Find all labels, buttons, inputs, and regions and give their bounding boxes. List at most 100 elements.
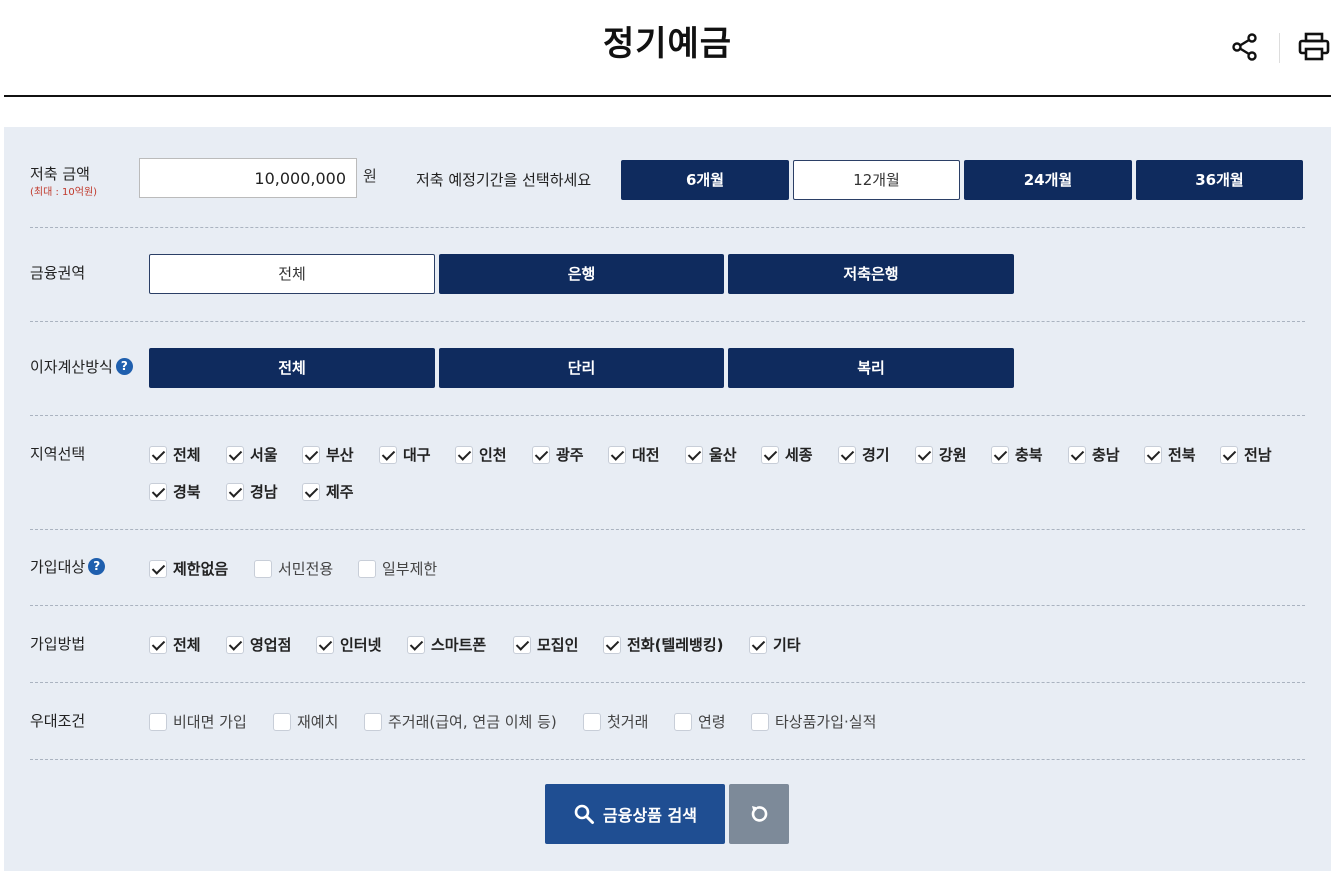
refresh-icon [751, 806, 768, 822]
region-checkbox-gyeongbuk[interactable]: 경북 [149, 481, 201, 502]
method-checkbox-branch[interactable]: 영업점 [226, 634, 291, 655]
region-checkbox-gangwon[interactable]: 강원 [915, 444, 967, 465]
method-checkbox-telebanking[interactable]: 전화(텔레뱅킹) [603, 634, 724, 655]
amount-label: 저축 금액 [30, 165, 90, 183]
help-icon[interactable]: ? [115, 358, 133, 375]
checkbox[interactable] [149, 482, 167, 501]
checkbox-label: 경남 [250, 483, 278, 501]
preference-checkbox-age[interactable]: 연령 [674, 711, 726, 732]
method-checkbox-other[interactable]: 기타 [749, 634, 801, 655]
page-header: 정기예금 [0, 0, 1335, 98]
region-checkbox-jeonnam[interactable]: 전남 [1220, 444, 1272, 465]
checkbox[interactable] [358, 559, 376, 578]
checkbox[interactable] [149, 445, 167, 464]
checkbox-label: 인터넷 [340, 636, 382, 654]
region-checkbox-gyeongnam[interactable]: 경남 [226, 481, 278, 502]
method-checkbox-agent[interactable]: 모집인 [513, 634, 578, 655]
checkbox[interactable] [302, 445, 320, 464]
search-filter-panel: 저축 금액 (최대 : 10억원) 원 저축 예정기간을 선택하세요 6개월 1… [4, 127, 1331, 871]
interest-all-button[interactable]: 전체 [149, 348, 435, 388]
checkbox[interactable] [915, 445, 933, 464]
checkbox[interactable] [302, 482, 320, 501]
region-checkbox-all[interactable]: 전체 [149, 444, 201, 465]
method-checkbox-internet[interactable]: 인터넷 [316, 634, 381, 655]
checkbox[interactable] [149, 712, 167, 731]
checkbox[interactable] [379, 445, 397, 464]
interest-label: 이자계산방식? [30, 356, 133, 377]
checkbox[interactable] [364, 712, 382, 731]
region-checkbox-busan[interactable]: 부산 [302, 444, 354, 465]
search-button[interactable]: 금융상품 검색 [545, 784, 725, 844]
checkbox[interactable] [226, 635, 244, 654]
checkbox[interactable] [532, 445, 550, 464]
checkbox[interactable] [674, 712, 692, 731]
region-checkbox-chungbuk[interactable]: 충북 [991, 444, 1043, 465]
period-36m-button[interactable]: 36개월 [1136, 160, 1303, 200]
checkbox[interactable] [838, 445, 856, 464]
checkbox[interactable] [226, 482, 244, 501]
checkbox[interactable] [149, 559, 167, 578]
checkbox[interactable] [407, 635, 425, 654]
checkbox[interactable] [513, 635, 531, 654]
target-checkbox-partial-restriction[interactable]: 일부제한 [358, 558, 437, 579]
checkbox-label: 스마트폰 [431, 636, 487, 654]
method-label: 가입방법 [30, 635, 86, 653]
checkbox[interactable] [685, 445, 703, 464]
checkbox[interactable] [1220, 445, 1238, 464]
region-checkbox-jeju[interactable]: 제주 [302, 481, 354, 502]
target-checkbox-unrestricted[interactable]: 제한없음 [149, 558, 228, 579]
checkbox[interactable] [603, 635, 621, 654]
share-icon[interactable] [1228, 30, 1262, 64]
checkbox[interactable] [761, 445, 779, 464]
reset-button[interactable] [729, 784, 789, 844]
checkbox-label: 일부제한 [382, 560, 438, 578]
checkbox[interactable] [991, 445, 1009, 464]
printer-icon[interactable] [1297, 30, 1331, 64]
period-6m-button[interactable]: 6개월 [621, 160, 789, 200]
interest-simple-button[interactable]: 단리 [439, 348, 724, 388]
checkbox[interactable] [751, 712, 769, 731]
checkbox[interactable] [254, 559, 272, 578]
checkbox[interactable] [608, 445, 626, 464]
region-checkbox-sejong[interactable]: 세종 [761, 444, 813, 465]
checkbox[interactable] [316, 635, 334, 654]
checkbox[interactable] [149, 635, 167, 654]
page-title: 정기예금 [602, 24, 733, 64]
method-checkbox-smartphone[interactable]: 스마트폰 [407, 634, 486, 655]
interest-compound-button[interactable]: 복리 [728, 348, 1014, 388]
region-checkbox-daejeon[interactable]: 대전 [608, 444, 660, 465]
help-icon[interactable]: ? [88, 558, 106, 575]
checkbox[interactable] [1144, 445, 1162, 464]
preference-checkbox-other-products[interactable]: 타상품가입·실적 [751, 711, 876, 732]
period-24m-button[interactable]: 24개월 [964, 160, 1132, 200]
preference-checkbox-first-transaction[interactable]: 첫거래 [583, 711, 648, 732]
region-checkbox-ulsan[interactable]: 울산 [685, 444, 737, 465]
region-checkbox-gyeonggi[interactable]: 경기 [838, 444, 890, 465]
preference-checkbox-contactless[interactable]: 비대면 가입 [149, 711, 247, 732]
amount-input[interactable] [139, 158, 357, 198]
sector-all-button[interactable]: 전체 [149, 254, 435, 294]
checkbox[interactable] [455, 445, 473, 464]
checkbox-label: 주거래(급여, 연금 이체 등) [388, 713, 557, 731]
region-checkbox-chungnam[interactable]: 충남 [1068, 444, 1120, 465]
region-checkbox-seoul[interactable]: 서울 [226, 444, 278, 465]
checkbox[interactable] [583, 712, 601, 731]
period-12m-button[interactable]: 12개월 [793, 160, 960, 200]
checkbox[interactable] [749, 635, 767, 654]
sector-bank-button[interactable]: 은행 [439, 254, 724, 294]
preference-checkbox-main-transaction[interactable]: 주거래(급여, 연금 이체 등) [364, 711, 557, 732]
checkbox[interactable] [273, 712, 291, 731]
checkbox[interactable] [1068, 445, 1086, 464]
header-divider [4, 95, 1331, 97]
region-checkbox-jeonbuk[interactable]: 전북 [1144, 444, 1196, 465]
preference-checkbox-redeposit[interactable]: 재예치 [273, 711, 338, 732]
checkbox[interactable] [226, 445, 244, 464]
region-checkbox-incheon[interactable]: 인천 [455, 444, 507, 465]
region-checkbox-daegu[interactable]: 대구 [379, 444, 431, 465]
checkbox-label: 서울 [250, 446, 278, 464]
sector-savings-bank-button[interactable]: 저축은행 [728, 254, 1014, 294]
target-checkbox-low-income[interactable]: 서민전용 [254, 558, 333, 579]
method-checkbox-all[interactable]: 전체 [149, 634, 201, 655]
region-checkbox-gwangju[interactable]: 광주 [532, 444, 584, 465]
checkbox-label: 대전 [632, 446, 660, 464]
